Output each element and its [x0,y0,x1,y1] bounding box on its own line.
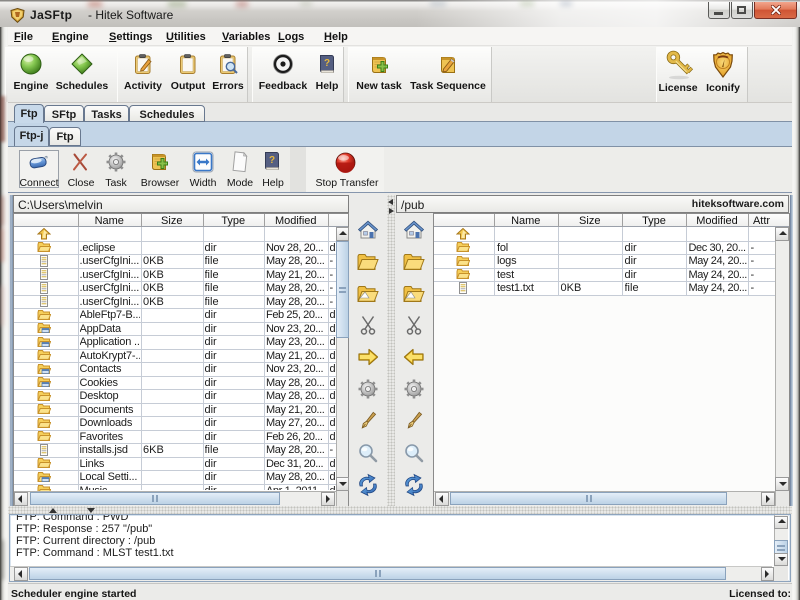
svg-text:?: ? [324,58,330,69]
svg-text:?: ? [269,155,275,166]
